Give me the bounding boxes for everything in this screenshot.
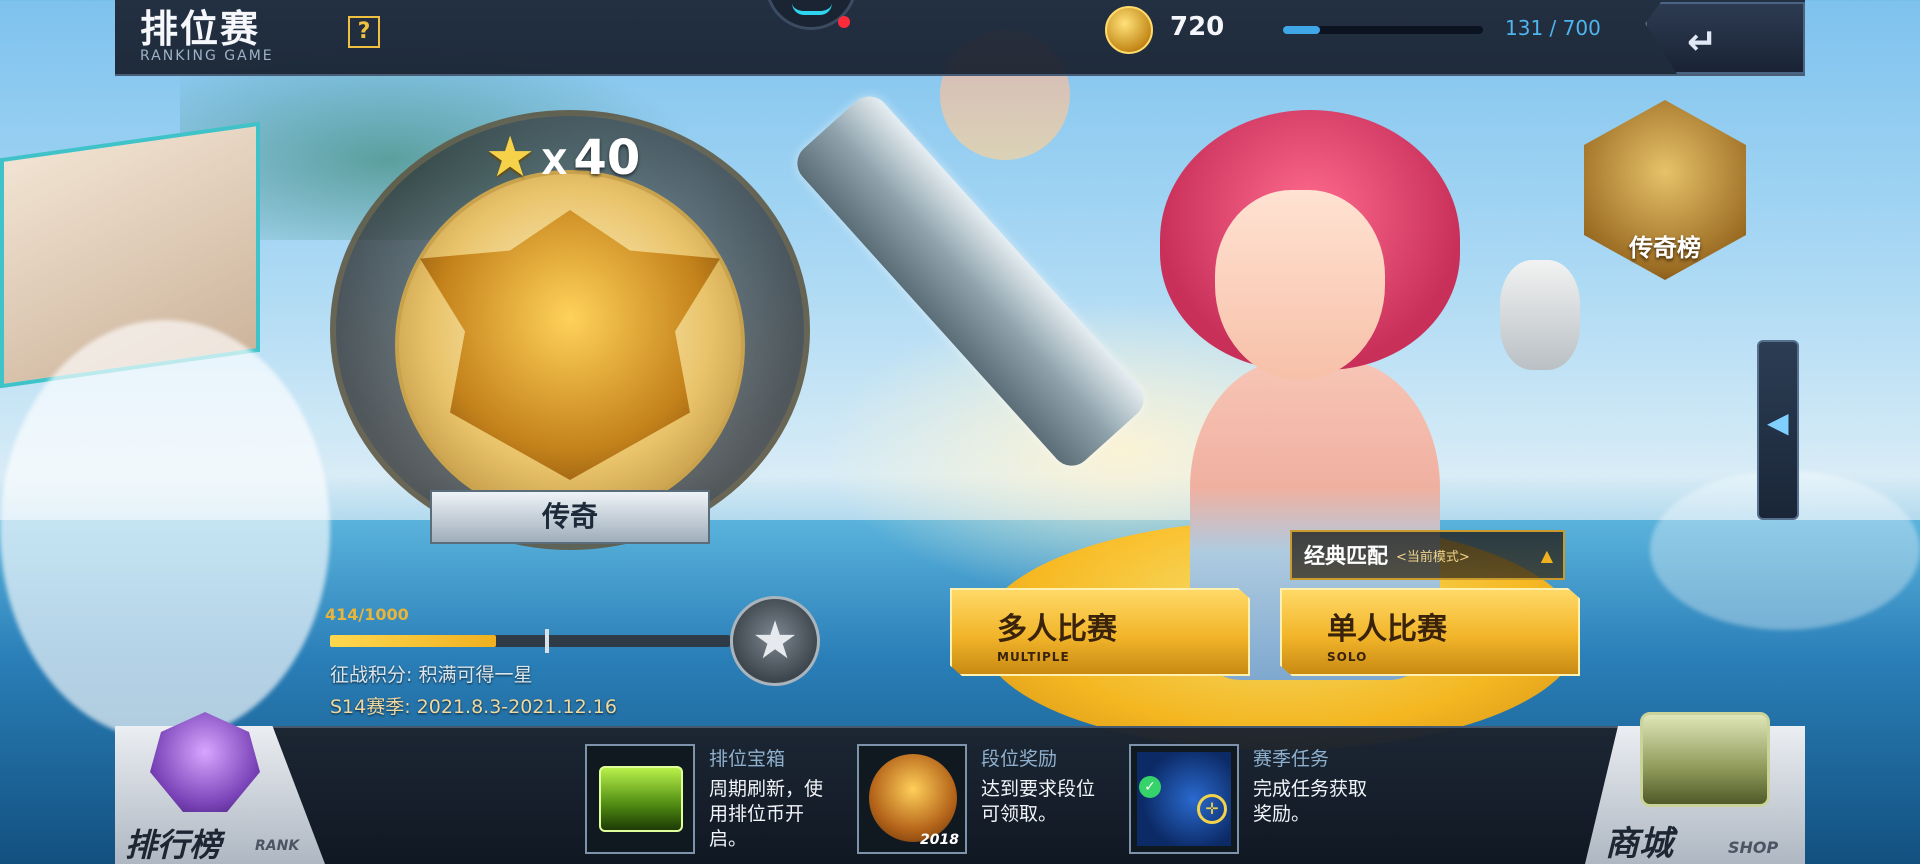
legend-board-label[interactable]: 传奇榜 (1605, 228, 1725, 263)
star-count: ★ X 40 (485, 125, 641, 190)
dial-arc-icon (792, 3, 832, 15)
reward-desc: 周期刷新，使用排位币开启。 (709, 778, 824, 850)
chevron-left-icon: ◀ (1767, 406, 1789, 439)
currency-value: 720 (1170, 12, 1225, 42)
medal-year: 2018 (920, 832, 959, 848)
back-arrow-icon: ↵ (1687, 22, 1718, 63)
notification-dot (838, 16, 850, 28)
rank-coin-icon (1105, 6, 1153, 54)
star-icon: ★ (485, 125, 536, 190)
side-expand-tab[interactable]: ◀ (1757, 340, 1799, 520)
experience-bar (1283, 26, 1483, 34)
reward-title: 排位宝箱 (709, 748, 786, 770)
season-mission-thumbnail[interactable]: ✓ ✛ (1129, 744, 1239, 854)
help-button[interactable]: ? (348, 16, 380, 48)
mode-arrow-icon: ▲ (1540, 546, 1553, 565)
shop-label[interactable]: 商城 (1605, 816, 1673, 864)
mode-title: 经典匹配 (1304, 544, 1388, 568)
rank-tier-name: 传奇 (430, 490, 710, 544)
shop-sublabel: SHOP (1728, 838, 1779, 857)
reward-title: 赛季任务 (1253, 748, 1330, 770)
multiple-match-label: 多人比赛 (997, 612, 1117, 647)
next-star-icon: ★ (730, 596, 820, 686)
multiple-match-button[interactable]: 多人比赛 MULTIPLE (950, 588, 1250, 676)
solo-match-sublabel: SOLO (1327, 650, 1368, 664)
progress-bar (330, 629, 730, 653)
page-title-block: 排位赛 RANKING GAME (140, 6, 274, 64)
progress-bar-fill (330, 635, 496, 647)
rank-chest-thumbnail[interactable] (585, 744, 695, 854)
reward-season-mission[interactable]: ✓ ✛ 赛季任务 完成任务获取奖励。 (1129, 744, 1383, 854)
season-dates: S14赛季: 2021.8.3-2021.12.16 (330, 696, 617, 718)
points-note: 征战积分: 积满可得一星 (330, 664, 533, 686)
checkmark-icon: ✓ (1139, 776, 1161, 798)
rank-board-sublabel: RANK (255, 838, 300, 854)
rank-progress: 414/1000 (325, 605, 730, 653)
reward-title: 段位奖励 (981, 748, 1058, 770)
reward-rank-chest[interactable]: 排位宝箱 周期刷新，使用排位币开启。 (585, 744, 839, 854)
multiple-match-sublabel: MULTIPLE (997, 650, 1070, 664)
mode-selector[interactable]: 经典匹配 <当前模式> ▲ (1290, 530, 1565, 580)
character-face (1215, 190, 1385, 380)
reward-desc: 完成任务获取奖励。 (1253, 778, 1368, 825)
solo-match-button[interactable]: 单人比赛 SOLO (1280, 588, 1580, 676)
star-multiplier: X (541, 143, 568, 183)
shop-chest-icon[interactable] (1640, 712, 1770, 807)
progress-marker (545, 629, 549, 653)
reward-tier-reward[interactable]: 2018 段位奖励 达到要求段位可领取。 (857, 744, 1111, 854)
target-icon: ✛ (1197, 794, 1227, 824)
experience-text: 131 / 700 (1505, 16, 1601, 40)
chest-icon (599, 766, 683, 832)
page-title: 排位赛 (140, 7, 261, 51)
mode-current-tag: <当前模式> (1396, 549, 1470, 565)
experience-bar-fill (1283, 26, 1321, 34)
solo-match-label: 单人比赛 (1327, 612, 1447, 647)
splash-wave-left (0, 320, 330, 740)
tier-reward-thumbnail[interactable]: 2018 (857, 744, 967, 854)
progress-text: 414/1000 (325, 605, 409, 624)
page-subtitle: RANKING GAME (140, 48, 274, 64)
rank-board-label[interactable]: 排行榜 (125, 820, 221, 864)
character-glove (1500, 260, 1580, 370)
reward-desc: 达到要求段位可领取。 (981, 778, 1096, 825)
medal-icon (869, 754, 957, 842)
star-count-value: 40 (573, 130, 641, 186)
